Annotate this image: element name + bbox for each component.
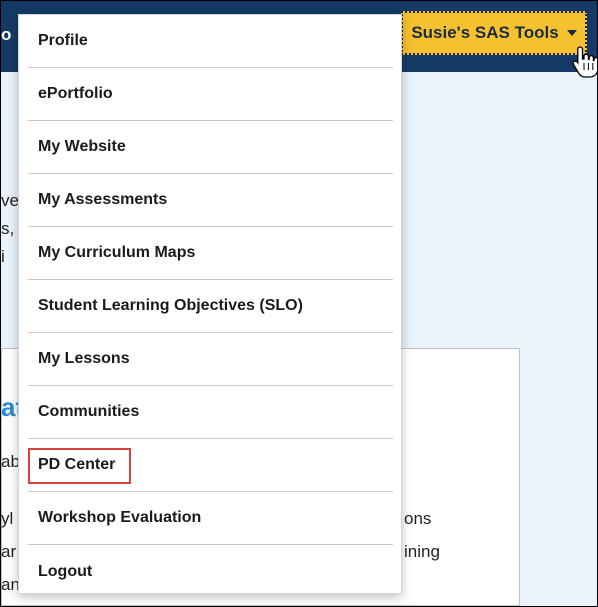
- sas-tools-button[interactable]: Susie's SAS Tools: [401, 11, 587, 55]
- menu-item-communities[interactable]: Communities: [28, 386, 393, 439]
- body-text-fragment: ve: [1, 191, 19, 210]
- menu-item-eportfolio[interactable]: ePortfolio: [28, 68, 393, 121]
- menu-item-label: Logout: [38, 562, 93, 580]
- menu-item-workshop-evaluation[interactable]: Workshop Evaluation: [28, 492, 393, 545]
- menu-item-my-website[interactable]: My Website: [28, 121, 393, 174]
- card-text-fragment: ar: [1, 542, 17, 561]
- brand-name-fragment: o: [1, 25, 12, 44]
- card-text-fragment: ons: [404, 509, 432, 528]
- sas-tools-label: Susie's SAS Tools: [411, 23, 559, 42]
- pd-center-highlight-box: [28, 448, 131, 484]
- menu-item-my-assessments[interactable]: My Assessments: [28, 174, 393, 227]
- menu-item-label: My Lessons: [38, 350, 130, 367]
- card-text-fragment: ining: [404, 542, 440, 561]
- menu-item-label: ePortfolio: [38, 85, 113, 102]
- caret-down-icon: [566, 30, 577, 36]
- menu-item-label: My Curriculum Maps: [38, 244, 196, 261]
- menu-item-logout[interactable]: Logout: [28, 545, 393, 598]
- menu-item-label: Workshop Evaluation: [38, 509, 202, 526]
- menu-item-my-curriculum-maps[interactable]: My Curriculum Maps: [28, 227, 393, 280]
- body-text-fragment: i: [1, 247, 5, 266]
- menu-item-slo[interactable]: Student Learning Objectives (SLO): [28, 280, 393, 333]
- hand-pointer-icon: [572, 46, 597, 78]
- menu-item-label: Communities: [38, 403, 140, 420]
- menu-item-label: Profile: [38, 32, 88, 49]
- menu-item-label: My Website: [38, 138, 126, 155]
- card-text-fragment: yl: [1, 509, 14, 528]
- menu-item-my-lessons[interactable]: My Lessons: [28, 333, 393, 386]
- sas-tools-dropdown-menu: Profile ePortfolio My Website My Assessm…: [18, 14, 402, 594]
- app-frame: o Susie's SAS Tools ve s, c i at ab yl o…: [0, 0, 598, 607]
- menu-item-profile[interactable]: Profile: [28, 15, 393, 68]
- menu-item-label: My Assessments: [38, 191, 168, 208]
- menu-item-label: Student Learning Objectives (SLO): [38, 297, 303, 314]
